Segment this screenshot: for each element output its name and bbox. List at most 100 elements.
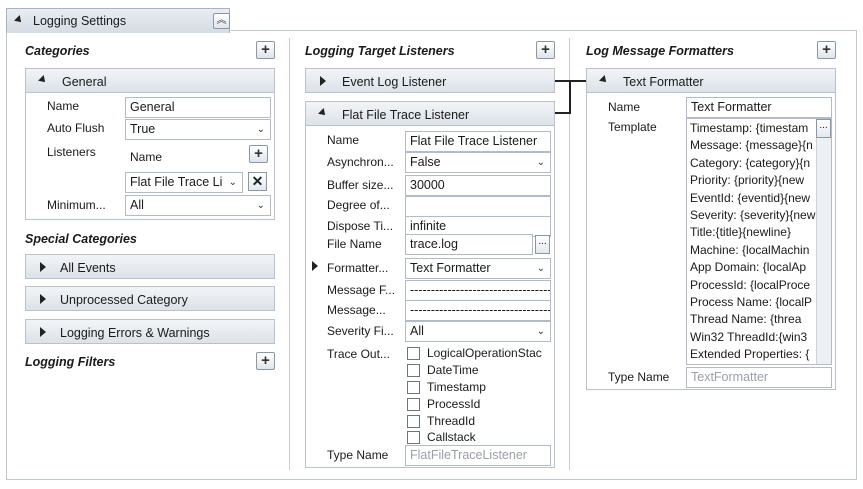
special-categories-heading: Special Categories — [25, 232, 137, 246]
autoflush-label: Auto Flush — [47, 121, 105, 135]
trace-option-checkbox[interactable] — [407, 415, 420, 428]
selected-row-arrow-icon — [312, 261, 318, 271]
connector-line — [569, 80, 571, 114]
severity-filter-value: All — [410, 324, 424, 338]
message-header-field[interactable]: ----------------------------------- — [405, 300, 551, 321]
logging-settings-title: Logging Settings — [33, 14, 127, 28]
add-category-button[interactable]: + — [256, 41, 275, 59]
prop-label: Asynchron... — [327, 155, 394, 169]
buffer-size-field[interactable]: 30000 — [405, 175, 551, 196]
formatter-name-field[interactable]: Text Formatter — [686, 97, 832, 118]
trace-option-checkbox[interactable] — [407, 431, 420, 444]
listener-dropdown[interactable]: Flat File Trace Li ⌄ — [125, 172, 243, 193]
edit-template-button[interactable]: ... — [816, 119, 831, 138]
template-line: Extended Properties: { — [690, 347, 810, 362]
add-filter-button[interactable]: + — [256, 352, 275, 370]
logging-settings-header[interactable]: Logging Settings ︽ — [6, 8, 230, 33]
listener-value: Flat File Trace Li — [130, 175, 223, 189]
plus-icon: + — [541, 41, 550, 58]
template-textarea[interactable]: Timestamp: {timestam Message: {message}{… — [686, 118, 832, 365]
special-category-unprocessed[interactable]: Unprocessed Category — [25, 286, 275, 311]
template-line: Machine: {localMachin — [690, 242, 810, 257]
expanded-triangle-icon — [599, 75, 609, 85]
formatters-heading: Log Message Formatters — [586, 44, 734, 58]
prop-label: Name — [327, 133, 360, 147]
add-listener-target-button[interactable]: + — [536, 41, 555, 59]
trace-option-checkbox[interactable] — [407, 381, 420, 394]
connector-line — [555, 80, 587, 82]
formatter-dropdown[interactable]: Text Formatter ⌄ — [405, 258, 551, 279]
chevron-down-icon: ⌄ — [536, 326, 545, 337]
collapsed-triangle-icon — [40, 327, 46, 337]
expanded-triangle-icon — [38, 75, 48, 85]
event-log-listener-header[interactable]: Event Log Listener — [305, 68, 555, 93]
template-line: Timestamp: {timestam — [690, 121, 809, 135]
autoflush-dropdown[interactable]: True ⌄ — [125, 119, 271, 140]
trace-option-label: DateTime — [427, 363, 479, 377]
trace-option-label: ThreadId — [427, 414, 476, 428]
collapsed-triangle-icon — [40, 294, 46, 304]
minimum-dropdown[interactable]: All ⌄ — [125, 195, 271, 216]
trace-option-checkbox[interactable] — [407, 347, 420, 360]
special-category-label: Logging Errors & Warnings — [60, 326, 210, 340]
prop-label: File Name — [327, 237, 382, 251]
trace-option-label: Timestamp — [427, 380, 486, 394]
remove-listener-button[interactable]: ✕ — [248, 172, 267, 191]
column-separator — [289, 38, 290, 470]
add-formatter-button[interactable]: + — [817, 41, 836, 59]
template-line: Category: {category}{n — [690, 155, 811, 170]
prop-label: Message F... — [327, 283, 396, 297]
listeners-heading: Logging Target Listeners — [305, 44, 455, 58]
template-scrollbar[interactable] — [816, 119, 831, 364]
prop-label: Severity Fi... — [327, 324, 394, 338]
formatter-type-name-field: TextFormatter — [686, 367, 832, 388]
trace-option-label: LogicalOperationStac — [427, 346, 542, 360]
text-formatter-title: Text Formatter — [623, 75, 704, 89]
chevron-down-icon: ⌄ — [256, 200, 265, 211]
template-line: App Domain: {localAp — [690, 260, 807, 275]
chevron-down-icon: ⌄ — [536, 263, 545, 274]
chevron-down-icon: ⌄ — [536, 157, 545, 168]
listener-type-name-field: FlatFileTraceListener — [405, 445, 551, 466]
prop-label: Message... — [327, 303, 386, 317]
asynchronous-dropdown[interactable]: False ⌄ — [405, 152, 551, 173]
prop-label: Buffer size... — [327, 178, 394, 192]
listener-name-field[interactable]: Flat File Trace Listener — [405, 131, 551, 152]
collapsed-triangle-icon — [320, 76, 326, 86]
formatter-value: Text Formatter — [410, 261, 491, 275]
category-name-field[interactable]: General — [125, 97, 271, 118]
file-name-field[interactable]: trace.log — [405, 234, 533, 255]
chevron-down-icon: ⌄ — [256, 124, 265, 135]
minimum-value: All — [130, 198, 144, 212]
formatter-name-label: Name — [608, 100, 641, 114]
template-line: ProcessId: {localProce — [690, 277, 811, 292]
flat-file-listener-header[interactable]: Flat File Trace Listener — [305, 101, 555, 126]
flat-file-listener-title: Flat File Trace Listener — [342, 108, 470, 122]
listeners-name-column-label: Name — [130, 150, 163, 164]
asynchronous-value: False — [410, 155, 441, 169]
template-line: Message: {message}{n — [690, 138, 813, 153]
browse-file-button[interactable]: ... — [535, 235, 550, 254]
add-listener-button[interactable]: + — [249, 145, 268, 163]
prop-label: Degree of... — [327, 198, 390, 212]
trace-option-checkbox[interactable] — [407, 398, 420, 411]
formatter-type-name-label: Type Name — [608, 370, 670, 384]
general-category-header[interactable]: General — [25, 68, 275, 93]
expanded-triangle-icon — [318, 108, 328, 118]
trace-option-checkbox[interactable] — [407, 364, 420, 377]
plus-icon: + — [254, 145, 263, 162]
template-line: Process Name: {localP — [690, 295, 813, 310]
degree-field[interactable] — [405, 196, 551, 217]
special-category-all-events[interactable]: All Events — [25, 254, 275, 279]
prop-label: Formatter... — [327, 261, 389, 275]
autoflush-value: True — [130, 122, 156, 136]
template-line: Win32 ThreadId:{win3 — [690, 329, 808, 344]
trace-option-label: Callstack — [427, 430, 476, 444]
severity-filter-dropdown[interactable]: All ⌄ — [405, 321, 551, 342]
plus-icon: + — [261, 41, 270, 58]
text-formatter-header[interactable]: Text Formatter — [586, 68, 836, 93]
message-footer-field[interactable]: ----------------------------------- — [405, 280, 551, 301]
trace-output-label: Trace Out... — [327, 347, 390, 361]
special-category-errors-warnings[interactable]: Logging Errors & Warnings — [25, 319, 275, 344]
double-chevron-up-icon[interactable]: ︽ — [213, 13, 230, 29]
